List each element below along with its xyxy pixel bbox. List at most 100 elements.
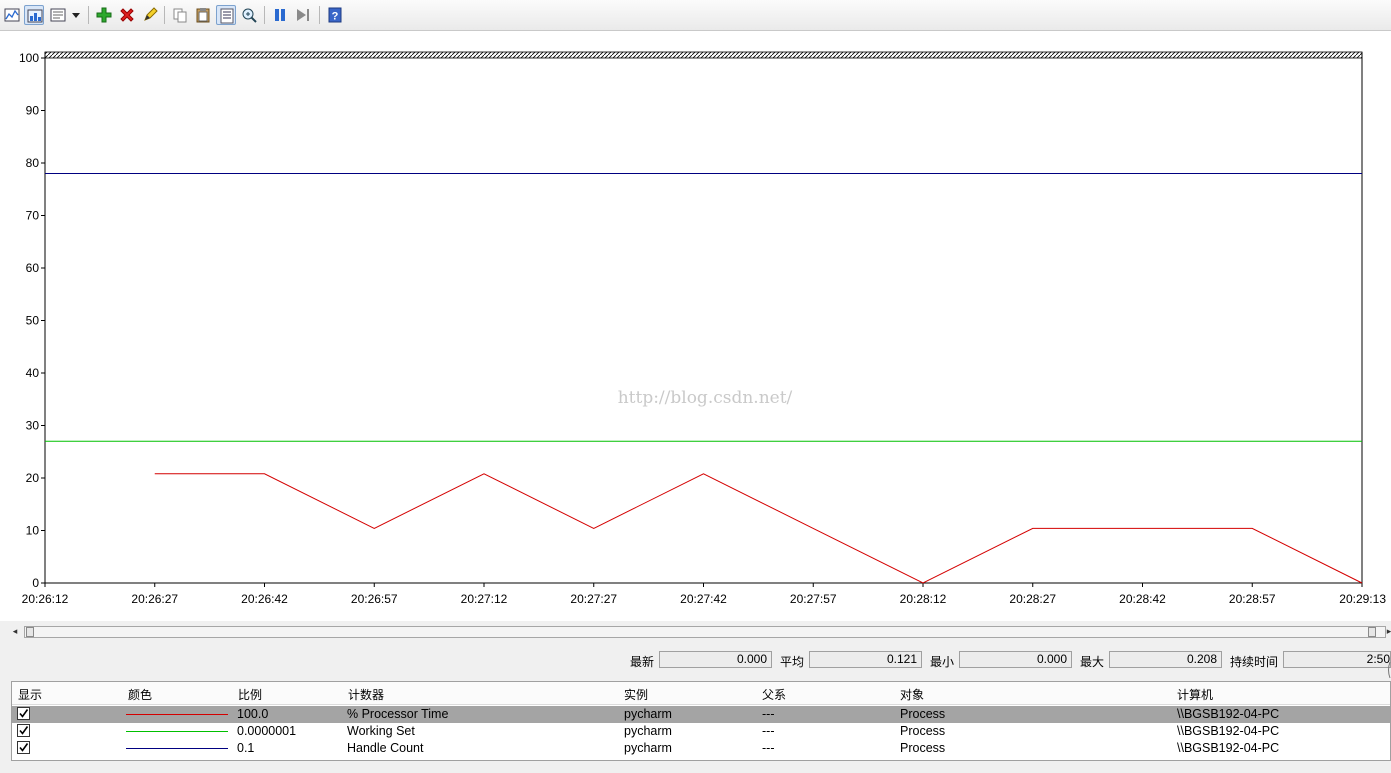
scale-cell: 100.0: [237, 707, 269, 721]
x-tick-label: 20:26:12: [22, 592, 69, 606]
highlight-icon: [144, 7, 158, 21]
color-swatch: [126, 714, 228, 715]
duration-value: 2:50: [1283, 651, 1391, 668]
delete-counter-button[interactable]: [117, 5, 137, 25]
max-label: 最大: [1080, 655, 1105, 669]
counter-cell: Working Set: [347, 724, 415, 738]
table-row[interactable]: 0.1 Handle Count pycharm --- Process \\B…: [12, 740, 1390, 757]
y-tick-label: 20: [26, 471, 40, 485]
add-counter-icon: [96, 7, 112, 23]
toolbar-separator: [319, 6, 320, 24]
color-swatch: [126, 748, 228, 749]
x-tick-label: 20:27:42: [680, 592, 727, 606]
x-tick-label: 20:28:57: [1229, 592, 1276, 606]
dropdown-arrow-icon: [72, 13, 80, 18]
view-histogram-icon: [27, 9, 43, 23]
counter-legend-table: 显示 颜色 比例 计数器 实例 父系 对象 计算机 100.0 % Proces…: [11, 681, 1391, 761]
view-graph-icon: [4, 8, 20, 22]
header-color[interactable]: 颜色: [128, 686, 152, 703]
parent-cell: ---: [762, 741, 775, 755]
computer-cell: \\BGSB192-04-PC: [1177, 741, 1280, 755]
help-icon: ?: [328, 7, 342, 23]
show-checkbox[interactable]: [17, 724, 30, 737]
scroll-right-handle[interactable]: [1368, 627, 1376, 637]
help-button[interactable]: ?: [325, 5, 345, 25]
checkmark-icon: [19, 726, 29, 735]
x-tick-label: 20:27:27: [570, 592, 617, 606]
color-swatch: [126, 731, 228, 732]
y-tick-label: 100: [19, 51, 39, 65]
x-tick-label: 20:29:13: [1339, 592, 1386, 606]
header-instance[interactable]: 实例: [624, 686, 648, 703]
x-tick-label: 20:28:42: [1119, 592, 1166, 606]
scroll-left-handle[interactable]: [26, 627, 34, 637]
view-dropdown-button[interactable]: [68, 5, 82, 25]
header-show[interactable]: 显示: [18, 686, 42, 703]
show-checkbox[interactable]: [17, 741, 30, 754]
min-label: 最小: [930, 655, 955, 669]
header-counter[interactable]: 计数器: [348, 686, 384, 703]
x-tick-label: 20:26:57: [351, 592, 398, 606]
resize-grip[interactable]: [1386, 660, 1391, 680]
paste-counter-list-icon: [196, 8, 210, 23]
copy-properties-button[interactable]: [170, 5, 190, 25]
y-tick-label: 60: [26, 261, 40, 275]
checkmark-icon: [19, 743, 29, 752]
zoom-icon: [242, 8, 257, 23]
chart-panel: 0 10 20 30 40 50 60 70 80 90 100 20:26:12 20:26:27 2…: [0, 31, 1391, 621]
y-tick-label: 90: [26, 104, 40, 118]
y-tick-label: 10: [26, 524, 40, 538]
header-object[interactable]: 对象: [900, 686, 924, 703]
update-data-button[interactable]: [293, 5, 313, 25]
x-tick-label: 20:28:27: [1009, 592, 1056, 606]
x-tick-label: 20:26:42: [241, 592, 288, 606]
time-scrollbar[interactable]: ◂ ▸: [10, 624, 1391, 640]
delete-counter-icon: [120, 8, 134, 22]
instance-cell: pycharm: [624, 724, 672, 738]
object-cell: Process: [900, 707, 946, 721]
x-tick-label: 20:27:12: [461, 592, 508, 606]
view-report-button[interactable]: [48, 5, 68, 25]
parent-cell: ---: [762, 724, 775, 738]
update-data-icon: [297, 9, 309, 21]
duration-label: 持续时间: [1230, 655, 1279, 669]
object-cell: Process: [900, 741, 946, 755]
last-value: 0.000: [659, 651, 772, 668]
view-histogram-button[interactable]: [24, 5, 44, 25]
chart-top-hatch: [44, 51, 1363, 59]
instance-cell: pycharm: [624, 741, 672, 755]
min-value: 0.000: [959, 651, 1072, 668]
legend-header: 显示 颜色 比例 计数器 实例 父系 对象 计算机: [12, 682, 1390, 705]
add-counter-button[interactable]: [94, 5, 114, 25]
instance-cell: pycharm: [624, 707, 672, 721]
zoom-button[interactable]: [239, 5, 259, 25]
header-parent[interactable]: 父系: [762, 686, 786, 703]
x-tick-label: 20:28:12: [900, 592, 947, 606]
show-checkbox[interactable]: [17, 707, 30, 720]
freeze-display-button[interactable]: [270, 5, 290, 25]
avg-label: 平均: [780, 655, 805, 669]
scroll-track[interactable]: [24, 626, 1386, 638]
toolbar-separator: [264, 6, 265, 24]
scroll-right-arrow-icon[interactable]: ▸: [1384, 627, 1391, 637]
counter-cell: Handle Count: [347, 741, 424, 755]
x-tick-label: 20:26:27: [131, 592, 178, 606]
highlight-button[interactable]: [140, 5, 160, 25]
scale-cell: 0.1: [237, 741, 255, 755]
max-value: 0.208: [1109, 651, 1222, 668]
header-computer[interactable]: 计算机: [1177, 686, 1213, 703]
properties-button[interactable]: [216, 5, 236, 25]
properties-icon: [220, 8, 234, 24]
table-row[interactable]: 0.0000001 Working Set pycharm --- Proces…: [12, 723, 1390, 740]
watermark: http://blog.csdn.net/: [618, 388, 793, 408]
computer-cell: \\BGSB192-04-PC: [1177, 724, 1280, 738]
checkmark-icon: [19, 709, 29, 718]
performance-chart: 0 10 20 30 40 50 60 70 80 90 100 20:26:12 20:26:27 2…: [19, 51, 1386, 606]
table-row[interactable]: 100.0 % Processor Time pycharm --- Proce…: [12, 706, 1390, 723]
view-graph-button[interactable]: [2, 5, 22, 25]
last-label: 最新: [630, 655, 655, 669]
scroll-left-arrow-icon[interactable]: ◂: [10, 627, 20, 637]
paste-counter-list-button[interactable]: [193, 5, 213, 25]
parent-cell: ---: [762, 707, 775, 721]
header-scale[interactable]: 比例: [238, 686, 262, 703]
